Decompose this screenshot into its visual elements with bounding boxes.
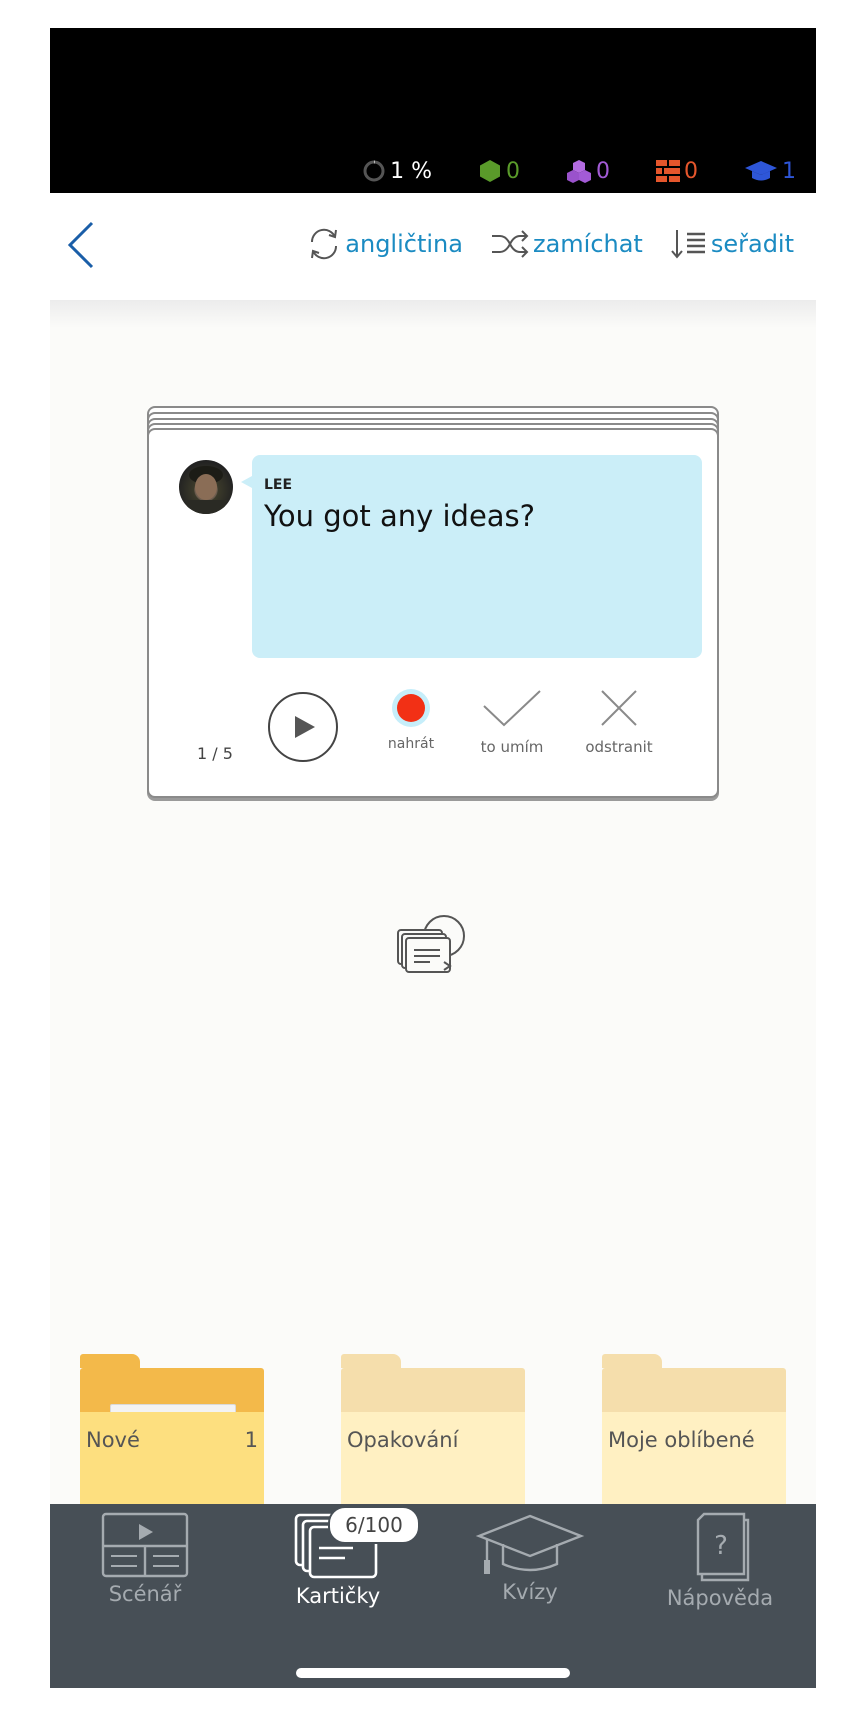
hexagon-value: 0	[506, 158, 520, 184]
sort-button[interactable]: seřadit	[671, 228, 794, 260]
record-dot-icon	[397, 694, 425, 722]
shuffle-label: zamíchat	[532, 230, 643, 258]
top-navigation: angličtina zamíchat seřadit	[50, 193, 816, 300]
folder-label: Nové	[86, 1428, 140, 1452]
folder-tab	[602, 1368, 786, 1412]
dialogue-text: You got any ideas?	[264, 499, 536, 533]
shuffle-button[interactable]: zamíchat	[491, 229, 643, 259]
tab-flashcards-label: Kartičky	[295, 1584, 381, 1608]
folder-notch	[341, 1354, 401, 1368]
flashcard-stack: LEE You got any ideas? 1 / 5 nahrát to u…	[147, 406, 719, 798]
bubble-tail	[241, 476, 252, 488]
check-icon	[483, 690, 541, 727]
cubes-stat[interactable]: 0	[566, 159, 610, 184]
tab-help[interactable]: ? Nápověda	[650, 1512, 790, 1610]
folder-label: Moje oblíbené	[608, 1428, 755, 1452]
know-label: to umím	[480, 738, 544, 756]
graduation-stat[interactable]: 1	[744, 159, 796, 184]
hexagon-icon	[480, 160, 500, 182]
bricks-stat[interactable]: 0	[656, 159, 698, 184]
bricks-icon	[656, 160, 680, 182]
folder-tab	[341, 1368, 525, 1412]
home-indicator[interactable]	[296, 1668, 570, 1678]
sort-label: seřadit	[710, 230, 794, 258]
status-bar: 1 % 0 0 0 1	[50, 28, 816, 193]
bottom-tab-bar: Scénář Kartičky 6/100 Kvízy ? Nápověda	[50, 1504, 816, 1688]
graduation-value: 1	[782, 158, 796, 184]
folder-count: 1	[244, 1428, 258, 1452]
back-button[interactable]	[62, 215, 112, 275]
speaker-avatar	[179, 460, 233, 514]
graduation-cap-icon	[745, 161, 777, 181]
shuffle-icon	[491, 230, 529, 258]
nav-actions: angličtina zamíchat seřadit	[307, 221, 794, 267]
graduation-cap-icon	[475, 1514, 585, 1574]
script-video-icon	[101, 1512, 189, 1578]
know-button[interactable]: to umím	[469, 688, 555, 756]
help-book-icon: ?	[696, 1512, 750, 1582]
tab-scenario-label: Scénář	[108, 1582, 182, 1606]
cubes-value: 0	[596, 158, 610, 184]
tab-help-label: Nápověda	[666, 1586, 774, 1610]
svg-text:?: ?	[714, 1531, 728, 1561]
remove-label: odstranit	[585, 738, 653, 756]
card-counter: 1 / 5	[197, 744, 233, 763]
cubes-icon	[567, 160, 591, 183]
folder-notch	[602, 1354, 662, 1368]
cards-flip-icon	[397, 915, 465, 973]
flashcards-count-badge: 6/100	[328, 1506, 420, 1544]
bricks-value: 0	[684, 158, 698, 184]
topnav-shadow	[50, 300, 816, 328]
progress-ring-icon	[363, 160, 385, 182]
flashcard[interactable]: LEE You got any ideas? 1 / 5 nahrát to u…	[147, 428, 719, 798]
app-screen: 1 % 0 0 0 1 angličtina zamíchat seřadit …	[50, 28, 816, 1688]
progress-stat[interactable]: 1 %	[362, 159, 432, 184]
speaker-name: LEE	[264, 477, 293, 493]
speech-bubble: LEE You got any ideas?	[252, 455, 702, 658]
play-button[interactable]	[268, 692, 338, 762]
refresh-icon	[311, 228, 338, 260]
tab-quizzes[interactable]: Kvízy	[460, 1512, 600, 1604]
chevron-left-icon	[67, 221, 94, 269]
language-switch-button[interactable]: angličtina	[307, 226, 463, 262]
play-icon	[295, 716, 315, 738]
hexagon-stat[interactable]: 0	[478, 159, 520, 184]
flip-cards-button[interactable]	[396, 912, 468, 978]
tab-scenario[interactable]: Scénář	[75, 1512, 215, 1606]
stats-row: 1 % 0 0 0 1	[362, 156, 796, 186]
language-label: angličtina	[345, 230, 463, 258]
remove-button[interactable]: odstranit	[579, 688, 659, 756]
sort-icon	[671, 230, 705, 259]
folder-label: Opakování	[347, 1428, 459, 1452]
progress-value: 1 %	[390, 158, 432, 184]
record-button[interactable]: nahrát	[377, 694, 445, 752]
tab-quizzes-label: Kvízy	[502, 1580, 558, 1604]
folder-notch	[80, 1354, 140, 1368]
record-label: nahrát	[387, 736, 435, 752]
close-icon	[601, 690, 637, 726]
